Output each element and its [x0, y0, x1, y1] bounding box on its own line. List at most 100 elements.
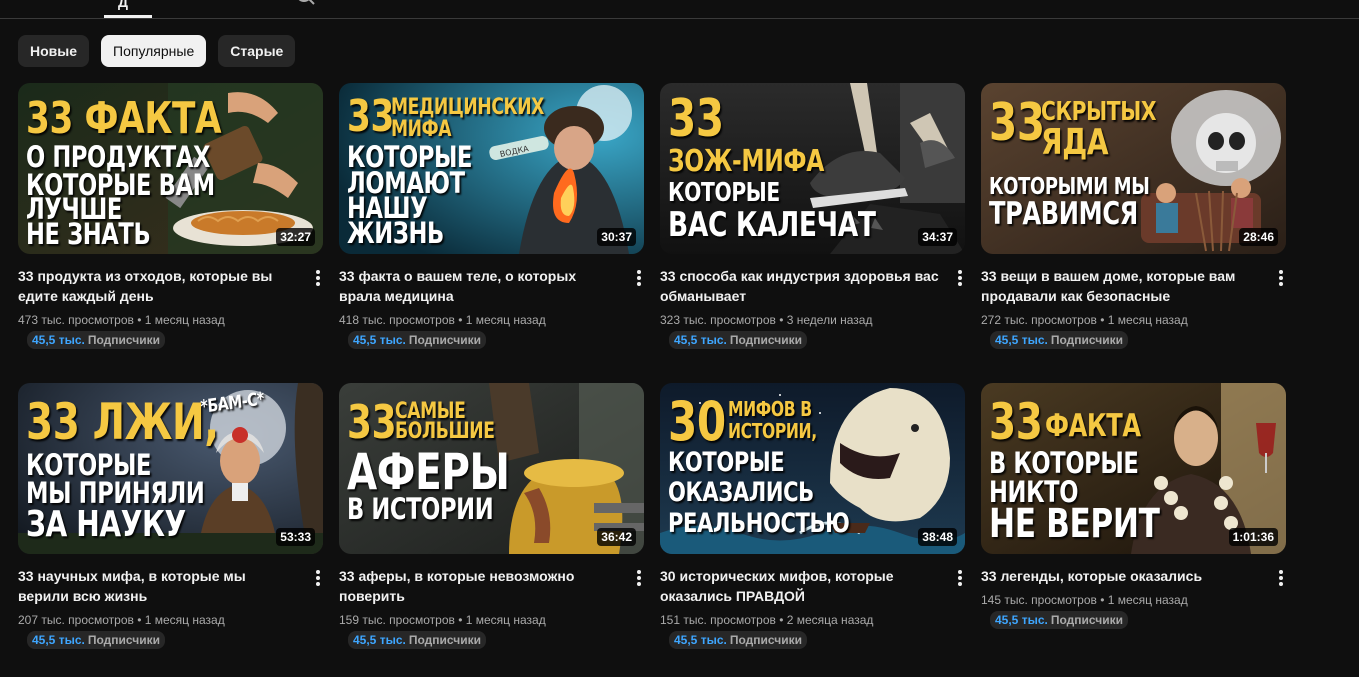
more-options-icon[interactable] — [637, 270, 641, 286]
video-title[interactable]: 33 способа как индустрия здоровья вас об… — [660, 266, 942, 306]
upload-age: 1 месяц назад — [144, 313, 225, 327]
thumbnail-text: 33 — [347, 395, 397, 449]
video-card[interactable]: 33 САМЫЕ БОЛЬШИЕ АФЕРЫ В ИСТОРИИ 36:42 3… — [339, 383, 645, 649]
thumbnail-text: МИФОВ В — [728, 397, 812, 421]
video-title[interactable]: 33 факта о вашем теле, о которых врала м… — [339, 266, 621, 306]
thumbnail-text: 33 — [989, 93, 1045, 153]
video-card[interactable]: 33 ФАКТА О ПРОДУКТАХ КОТОРЫЕ ВАМ ЛУЧШЕ Н… — [18, 83, 324, 349]
filter-chip-popular[interactable]: Популярные — [101, 35, 207, 67]
subscriber-count: 45,5 тыс. — [32, 333, 85, 347]
video-title[interactable]: 33 легенды, которые оказались правдой — [981, 566, 1263, 586]
more-options-icon[interactable] — [637, 570, 641, 586]
video-stats: 272 тыс. просмотров • 1 месяц назад — [981, 313, 1188, 327]
more-options-icon[interactable] — [1279, 270, 1283, 286]
video-title[interactable]: 33 продукта из отходов, которые вы едите… — [18, 266, 300, 306]
thumbnail-text: ИСТОРИИ, — [728, 419, 817, 443]
subscriber-label: Подписчики — [729, 333, 802, 347]
subscriber-label: Подписчики — [1050, 333, 1123, 347]
video-card[interactable]: 33 СКРЫТЫХ ЯДА КОТОРЫМИ МЫ ТРАВИМСЯ 28:4… — [981, 83, 1287, 349]
thumbnail-text: НЕ ЗНАТЬ — [26, 217, 151, 251]
thumbnail-text: ВАС КАЛЕЧАТ — [668, 205, 876, 245]
more-options-icon[interactable] — [316, 570, 320, 586]
thumbnail-text: 33 ЛЖИ, — [26, 393, 219, 451]
tab-partial-label[interactable]: Д — [118, 0, 128, 10]
video-thumbnail[interactable]: 33 ЗОЖ-МИФА КОТОРЫЕ ВАС КАЛЕЧАТ 34:37 — [660, 83, 965, 254]
view-count: 207 тыс. просмотров — [18, 613, 134, 627]
thumbnail-text: РЕАЛЬНОСТЬЮ — [668, 508, 850, 539]
video-card[interactable]: 30 МИФОВ В ИСТОРИИ, КОТОРЫЕ ОКАЗАЛИСЬ РЕ… — [660, 383, 966, 649]
more-options-icon[interactable] — [958, 270, 962, 286]
thumbnail-text: ЗОЖ-МИФА — [668, 144, 824, 179]
video-title[interactable]: 33 аферы, в которые невозможно поверить — [339, 566, 621, 606]
video-thumbnail[interactable]: 30 МИФОВ В ИСТОРИИ, КОТОРЫЕ ОКАЗАЛИСЬ РЕ… — [660, 383, 965, 554]
subscriber-count: 45,5 тыс. — [995, 613, 1048, 627]
video-card[interactable]: ВОДКА 33 МЕДИЦИНСКИХ МИФА КОТОРЫЕ ЛОМАЮТ… — [339, 83, 645, 349]
video-duration: 1:01:36 — [1228, 528, 1278, 546]
thumbnail-text: ЯДА — [1041, 122, 1109, 163]
subscriber-label: Подписчики — [408, 333, 481, 347]
thumbnail-text: АФЕРЫ — [347, 443, 510, 501]
video-duration: 38:48 — [918, 528, 957, 546]
more-options-icon[interactable] — [1279, 570, 1283, 586]
thumbnail-text: КОТОРЫЕ — [668, 447, 785, 478]
thumbnail-text: БОЛЬШИЕ — [395, 419, 495, 444]
video-duration: 34:37 — [918, 228, 957, 246]
subscriber-label: Подписчики — [1050, 613, 1123, 627]
view-count: 323 тыс. просмотров — [660, 313, 776, 327]
subscriber-badge: 45,5 тыс. Подписчики — [348, 331, 486, 349]
video-thumbnail[interactable]: 33 ФАКТА В КОТОРЫЕ НИКТО НЕ ВЕРИТ 1:01:3… — [981, 383, 1286, 554]
subscriber-badge: 45,5 тыс. Подписчики — [27, 331, 165, 349]
upload-age: 1 месяц назад — [1107, 313, 1188, 327]
thumbnail-text: ОКАЗАЛИСЬ — [668, 477, 814, 508]
video-stats: 323 тыс. просмотров • 3 недели назад — [660, 313, 873, 327]
video-card[interactable]: 33 ЛЖИ, *БАМ-С* КОТОРЫЕ МЫ ПРИНЯЛИ ЗА НА… — [18, 383, 324, 649]
filter-chip-old[interactable]: Старые — [218, 35, 296, 67]
subscriber-label: Подписчики — [408, 633, 481, 647]
upload-age: 1 месяц назад — [465, 613, 546, 627]
video-title[interactable]: 30 исторических мифов, которые оказались… — [660, 566, 942, 606]
video-thumbnail[interactable]: 33 САМЫЕ БОЛЬШИЕ АФЕРЫ В ИСТОРИИ 36:42 — [339, 383, 644, 554]
video-meta: 33 вещи в вашем доме, которые вам продав… — [981, 266, 1287, 349]
video-title[interactable]: 33 научных мифа, в которые мы верили всю… — [18, 566, 300, 606]
thumbnail-text: В КОТОРЫЕ — [989, 446, 1139, 480]
view-count: 145 тыс. просмотров — [981, 593, 1097, 607]
video-stats: 473 тыс. просмотров • 1 месяц назад — [18, 313, 225, 327]
view-count: 473 тыс. просмотров — [18, 313, 134, 327]
thumbnail-text: НЕ ВЕРИТ — [989, 501, 1160, 547]
video-stats: 418 тыс. просмотров • 1 месяц назад — [339, 313, 546, 327]
video-title[interactable]: 33 вещи в вашем доме, которые вам продав… — [981, 266, 1263, 306]
view-count: 272 тыс. просмотров — [981, 313, 1097, 327]
upload-age: 1 месяц назад — [465, 313, 546, 327]
video-duration: 32:27 — [276, 228, 315, 246]
thumbnail-text: 33 ФАКТА — [26, 93, 222, 144]
upload-age: 2 месяца назад — [786, 613, 874, 627]
video-thumbnail[interactable]: 33 ФАКТА О ПРОДУКТАХ КОТОРЫЕ ВАМ ЛУЧШЕ Н… — [18, 83, 323, 254]
thumbnail-text: 33 — [668, 89, 724, 149]
video-card[interactable]: 33 ЗОЖ-МИФА КОТОРЫЕ ВАС КАЛЕЧАТ 34:37 33… — [660, 83, 966, 349]
view-count: 159 тыс. просмотров — [339, 613, 455, 627]
video-card[interactable]: 33 ФАКТА В КОТОРЫЕ НИКТО НЕ ВЕРИТ 1:01:3… — [981, 383, 1287, 629]
video-stats: 207 тыс. просмотров • 1 месяц назад — [18, 613, 225, 627]
subscriber-label: Подписчики — [87, 333, 160, 347]
thumbnail-text: МИФА — [391, 117, 452, 142]
thumbnail-text: В ИСТОРИИ — [347, 492, 494, 526]
video-stats: 145 тыс. просмотров • 1 месяц назад — [981, 593, 1188, 607]
video-duration: 28:46 — [1239, 228, 1278, 246]
view-count: 151 тыс. просмотров — [660, 613, 776, 627]
active-tab-indicator — [104, 15, 152, 18]
video-stats: 159 тыс. просмотров • 1 месяц назад — [339, 613, 546, 627]
more-options-icon[interactable] — [316, 270, 320, 286]
subscriber-count: 45,5 тыс. — [995, 333, 1048, 347]
video-thumbnail[interactable]: 33 ЛЖИ, *БАМ-С* КОТОРЫЕ МЫ ПРИНЯЛИ ЗА НА… — [18, 383, 323, 554]
view-count: 418 тыс. просмотров — [339, 313, 455, 327]
more-options-icon[interactable] — [958, 570, 962, 586]
subscriber-label: Подписчики — [87, 633, 160, 647]
subscriber-label: Подписчики — [729, 633, 802, 647]
video-meta: 33 способа как индустрия здоровья вас об… — [660, 266, 966, 349]
video-duration: 53:33 — [276, 528, 315, 546]
video-thumbnail[interactable]: 33 СКРЫТЫХ ЯДА КОТОРЫМИ МЫ ТРАВИМСЯ 28:4… — [981, 83, 1286, 254]
thumbnail-text: ЗА НАУКУ — [26, 504, 186, 545]
filter-chip-new[interactable]: Новые — [18, 35, 90, 67]
search-icon[interactable] — [294, 0, 316, 8]
video-thumbnail[interactable]: ВОДКА 33 МЕДИЦИНСКИХ МИФА КОТОРЫЕ ЛОМАЮТ… — [339, 83, 644, 254]
